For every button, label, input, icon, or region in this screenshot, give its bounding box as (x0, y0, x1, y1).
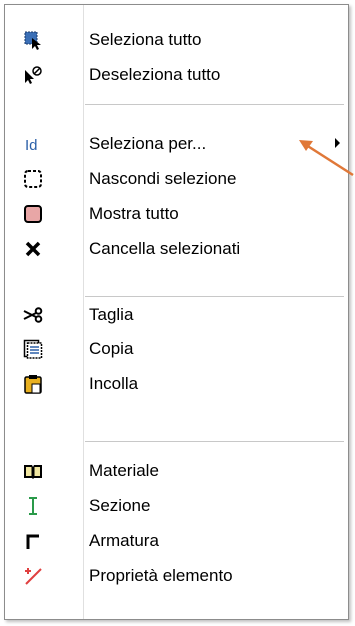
section-icon (23, 496, 43, 516)
menu-item-label: Sezione (89, 496, 151, 515)
menu-item-label: Seleziona tutto (89, 30, 202, 49)
menu-item-element-properties[interactable]: Proprietà elemento (5, 559, 348, 593)
cut-icon (23, 305, 43, 325)
select-all-icon (23, 30, 43, 50)
menu-item-cut[interactable]: Taglia (5, 298, 348, 332)
annotation-arrow-icon (299, 140, 354, 177)
svg-text:Id: Id (25, 137, 38, 154)
menu-separator (85, 441, 344, 442)
menu-item-material[interactable]: Materiale (5, 454, 348, 488)
menu-item-label: Materiale (89, 461, 159, 480)
menu-item-delete-selected[interactable]: Cancella selezionati (5, 232, 348, 266)
menu-item-deselect-all[interactable]: Deseleziona tutto (5, 58, 348, 92)
material-book-icon (23, 461, 43, 481)
menu-item-paste[interactable]: Incolla (5, 367, 348, 401)
hide-selection-icon (23, 169, 43, 189)
menu-item-label: Cancella selezionati (89, 239, 241, 258)
menu-item-select-all[interactable]: Seleziona tutto (5, 23, 348, 57)
menu-item-copy[interactable]: Copia (5, 332, 348, 366)
menu-item-label: Incolla (89, 374, 139, 393)
menu-item-label: Armatura (89, 531, 159, 550)
copy-icon (23, 339, 43, 359)
delete-icon (23, 239, 43, 259)
menu-item-label: Copia (89, 339, 134, 358)
menu-item-label: Mostra tutto (89, 204, 179, 223)
menu-separator (85, 296, 344, 297)
menu-item-label: Taglia (89, 305, 134, 324)
deselect-all-icon (23, 65, 43, 85)
menu-item-label: Seleziona per... (89, 134, 207, 153)
menu-separator (85, 104, 344, 105)
menu-item-label: Proprietà elemento (89, 566, 233, 585)
reinforcement-icon (23, 531, 43, 551)
menu-item-section[interactable]: Sezione (5, 489, 348, 523)
menu-item-show-all[interactable]: Mostra tutto (5, 197, 348, 231)
paste-icon (23, 374, 43, 394)
element-properties-icon (23, 566, 43, 586)
menu-item-reinforcement[interactable]: Armatura (5, 524, 348, 558)
menu-item-label: Nascondi selezione (89, 169, 237, 188)
menu-item-label: Deseleziona tutto (89, 65, 221, 84)
select-by-id-icon: Id (23, 134, 43, 154)
show-all-icon (23, 204, 43, 224)
context-menu: Seleziona tutto Deseleziona tutto Id Sel… (4, 4, 349, 620)
